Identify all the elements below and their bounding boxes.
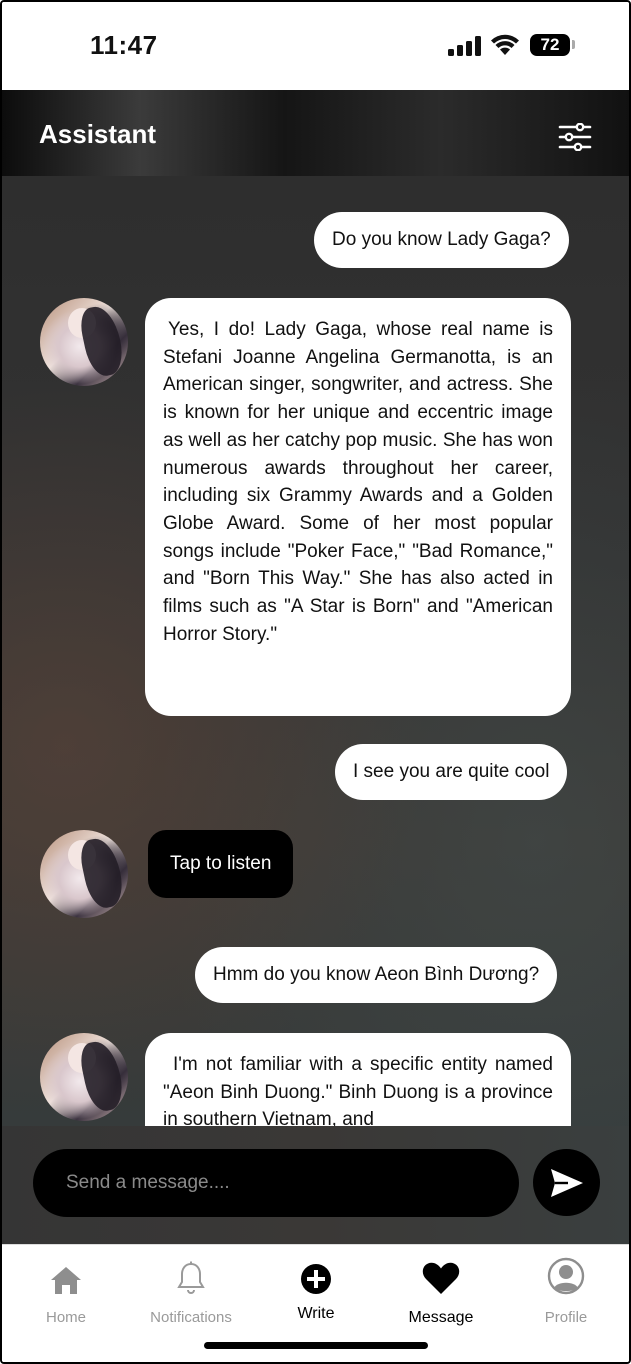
tab-profile-label: Profile bbox=[544, 1309, 588, 1326]
tab-notifications-label: Notifications bbox=[150, 1309, 232, 1326]
page-title: Assistant bbox=[39, 119, 157, 149]
composer bbox=[2, 1126, 629, 1244]
settings-sliders-icon[interactable] bbox=[558, 123, 592, 151]
user-message: Hmm do you know Aeon Bình Dương? bbox=[195, 947, 558, 1003]
user-message: Do you know Lady Gaga? bbox=[314, 212, 569, 268]
status-time: 11:47 bbox=[90, 30, 158, 60]
plus-circle-icon bbox=[301, 1264, 331, 1294]
assistant-avatar bbox=[40, 830, 128, 918]
battery-icon: 72 bbox=[530, 34, 570, 56]
message-input[interactable] bbox=[64, 1171, 488, 1195]
send-icon bbox=[550, 1168, 583, 1197]
tab-write-label: Write bbox=[297, 1305, 335, 1322]
app-header: Assistant bbox=[2, 90, 629, 176]
user-message: I see you are quite cool bbox=[335, 744, 568, 800]
send-button[interactable] bbox=[533, 1149, 600, 1216]
wifi-icon bbox=[491, 34, 519, 55]
assistant-avatar bbox=[40, 1033, 128, 1121]
chat-thread[interactable]: Do you know Lady Gaga? Yes, I do! Lady G… bbox=[2, 176, 629, 1126]
tap-to-listen-button[interactable]: Tap to listen bbox=[148, 830, 294, 898]
assistant-message: Yes, I do! Lady Gaga, whose real name is… bbox=[145, 298, 571, 716]
home-indicator bbox=[204, 1342, 428, 1349]
tab-home[interactable]: Home bbox=[6, 1255, 126, 1326]
user-circle-icon bbox=[547, 1257, 585, 1295]
tab-home-label: Home bbox=[45, 1309, 86, 1326]
status-bar: 11:47 72 bbox=[2, 2, 629, 90]
bell-icon bbox=[177, 1261, 205, 1294]
assistant-message: I'm not familiar with a specific entity … bbox=[145, 1033, 571, 1126]
heart-icon bbox=[422, 1262, 460, 1294]
tab-message-label: Message bbox=[408, 1309, 474, 1326]
app-screen: 11:47 72 Assistant Do you know Lady Gaga… bbox=[0, 0, 631, 1364]
tab-notifications[interactable]: Notifications bbox=[131, 1255, 251, 1326]
home-icon bbox=[51, 1267, 81, 1294]
assistant-avatar bbox=[40, 298, 128, 386]
message-input-container[interactable] bbox=[33, 1149, 519, 1217]
battery-cap bbox=[572, 40, 575, 49]
battery-level: 72 bbox=[540, 35, 560, 54]
signal-icon bbox=[448, 36, 481, 56]
tab-message[interactable]: Message bbox=[381, 1255, 501, 1327]
tab-write[interactable]: Write bbox=[256, 1255, 376, 1323]
tab-profile[interactable]: Profile bbox=[506, 1255, 626, 1326]
